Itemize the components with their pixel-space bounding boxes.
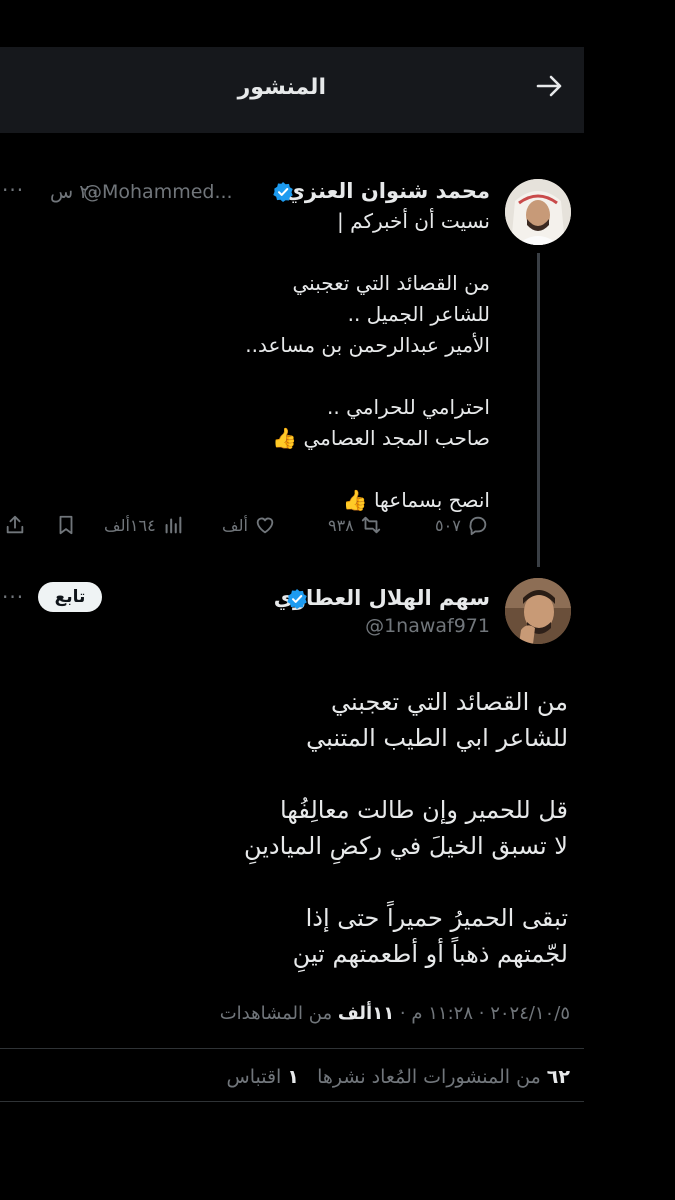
author-handle[interactable]: @Mohammed... (83, 181, 233, 203)
views-total: ١١ألف (337, 1003, 395, 1024)
top-header: المنشور (0, 47, 584, 133)
author-name-text: محمد شنوان العنزي (285, 179, 490, 203)
avatar[interactable] (505, 179, 571, 245)
views-count: ١٦٤ألف (104, 515, 156, 535)
quotes-label: اقتباس (226, 1066, 282, 1088)
divider (0, 1101, 584, 1102)
reposts-stat[interactable]: ٦٢ من المنشورات المُعاد نشرها (317, 1066, 570, 1088)
reposts-label: من المنشورات المُعاد نشرها (317, 1066, 541, 1088)
verified-badge-icon (287, 589, 307, 609)
reposts-total: ٦٢ (546, 1066, 570, 1088)
post-clock-time[interactable]: ١١:٢٨ م (411, 1003, 473, 1024)
bookmark-button[interactable] (55, 514, 77, 536)
quotes-stat[interactable]: ١ اقتباس (227, 1066, 299, 1088)
repost-icon (361, 516, 380, 534)
more-options-icon[interactable]: ··· (2, 585, 24, 609)
meta-separator: · (394, 1003, 406, 1024)
author-handle[interactable]: @1nawaf971 (365, 615, 490, 637)
analytics-icon (165, 516, 182, 534)
repost-count: ٩٣٨ (328, 515, 354, 535)
views-label: من المشاهدات (219, 1003, 333, 1024)
reply-button[interactable]: ٥٠٧ (435, 514, 489, 536)
repost-button[interactable]: ٩٣٨ (328, 514, 382, 536)
share-button[interactable] (4, 514, 26, 536)
post-text: نسيت أن أخبركم | من القصائد التي تعجبني … (245, 209, 490, 512)
post-date[interactable]: ٢٠٢٤/١٠/٥ (490, 1003, 570, 1024)
follow-button[interactable]: تابع (38, 582, 102, 612)
divider (0, 1048, 584, 1049)
reply-icon (469, 516, 487, 536)
quotes-total: ١ (287, 1066, 299, 1088)
views-button[interactable]: ١٦٤ألف (104, 514, 184, 536)
arrow-right-icon[interactable] (534, 71, 564, 101)
verified-badge-icon (273, 182, 293, 202)
like-count: ألف (222, 515, 248, 535)
post-time[interactable]: ٢٠ س (50, 181, 100, 203)
avatar[interactable] (505, 578, 571, 644)
reply-count: ٥٠٧ (435, 515, 461, 535)
meta-separator: · (473, 1003, 485, 1024)
page-title: المنشور (237, 75, 326, 100)
post-text: من القصائد التي تعجبني للشاعر ابي الطيب … (243, 688, 568, 968)
bookmark-icon (59, 515, 73, 535)
share-icon (6, 515, 24, 534)
post-metadata: ٢٠٢٤/١٠/٥ · ١١:٢٨ م · ١١ألف من المشاهدات (220, 1003, 570, 1024)
heart-icon (256, 517, 274, 534)
more-options-icon[interactable]: ··· (2, 178, 24, 202)
author-name[interactable]: محمد شنوان العنزي (286, 179, 490, 203)
like-button[interactable]: ألف (222, 514, 276, 536)
thread-line (537, 253, 540, 567)
engagement-stats: ٦٢ من المنشورات المُعاد نشرها ١ اقتباس (227, 1066, 571, 1088)
